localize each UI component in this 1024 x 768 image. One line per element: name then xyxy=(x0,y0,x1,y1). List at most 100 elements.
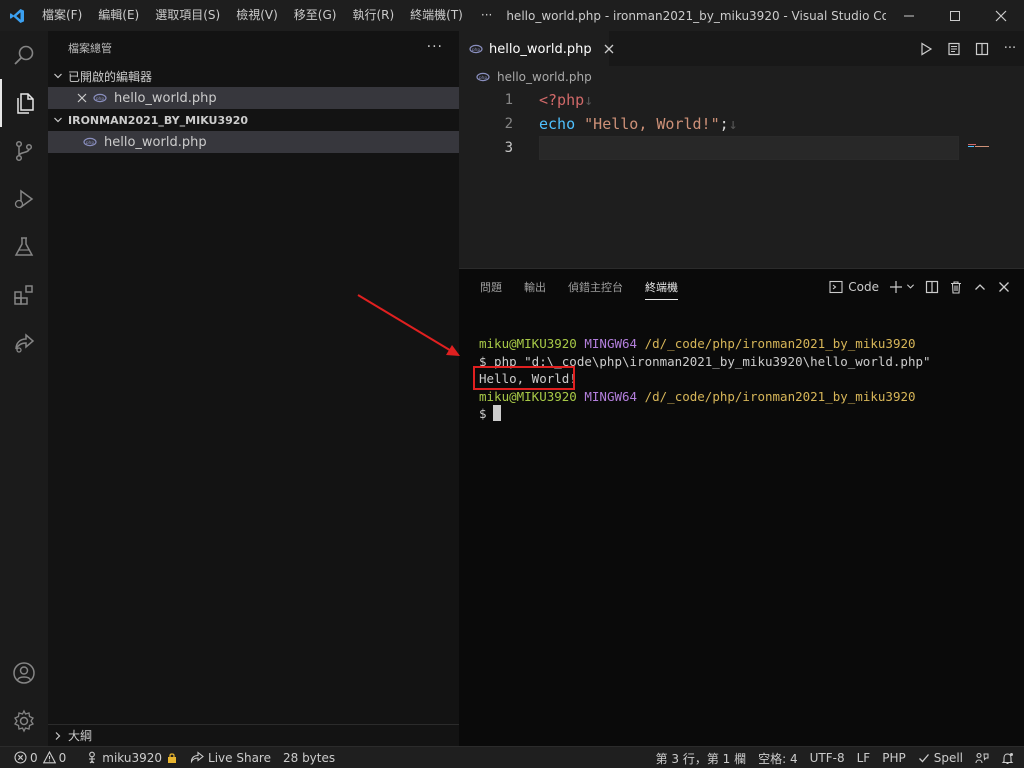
close-panel-button[interactable] xyxy=(992,269,1016,304)
php-file-icon: php xyxy=(82,137,98,147)
open-preview-button[interactable] xyxy=(940,31,968,66)
tab-debug-console[interactable]: 偵錯主控台 xyxy=(557,269,634,304)
activity-extensions[interactable] xyxy=(0,271,48,319)
cursor-position-status[interactable]: 第 3 行，第 1 欄 xyxy=(650,747,753,768)
split-editor-button[interactable] xyxy=(968,31,996,66)
panel-tabs: 問題 輸出 偵錯主控台 終端機 Code xyxy=(459,269,1024,304)
bell-icon xyxy=(1001,752,1014,764)
language-status[interactable]: PHP xyxy=(876,747,912,768)
chevron-right-icon xyxy=(48,731,68,741)
explorer-more-button[interactable]: ··· xyxy=(427,39,443,55)
chevron-up-icon xyxy=(975,283,985,290)
live-share-icon xyxy=(15,333,35,353)
file-size-status: 28 bytes xyxy=(277,747,341,768)
close-window-button[interactable] xyxy=(978,0,1024,31)
live-share-icon xyxy=(190,751,204,764)
maximize-button[interactable] xyxy=(932,0,978,31)
output-highlight-box xyxy=(473,366,575,390)
live-share-label: Live Share xyxy=(208,750,271,765)
terminal-name: Code xyxy=(848,279,879,294)
terminal-path: /d/_code/php/ironman2021_by_miku3920 xyxy=(644,336,916,351)
menu-go[interactable]: 移至(G) xyxy=(286,0,345,31)
kill-terminal-button[interactable] xyxy=(944,269,968,304)
terminal-system: MINGW64 xyxy=(584,388,638,404)
tab-close-button[interactable] xyxy=(604,44,614,54)
warning-count: 0 xyxy=(58,750,67,765)
line-number: 2 xyxy=(504,116,513,132)
tab-problems[interactable]: 問題 xyxy=(469,269,513,304)
editor-tab-hello-world[interactable]: php hello_world.php xyxy=(459,31,614,66)
open-editors-section[interactable]: 已開啟的編輯器 xyxy=(48,65,459,87)
menu-view[interactable]: 檢視(V) xyxy=(228,0,286,31)
explorer-title: 檔案總管 xyxy=(68,42,112,55)
tab-terminal[interactable]: 終端機 xyxy=(634,269,689,304)
breadcrumb[interactable]: php hello_world.php xyxy=(459,66,1024,88)
live-share-status[interactable]: Live Share xyxy=(184,747,277,768)
account-status[interactable]: miku3920 xyxy=(80,747,184,768)
activity-bar xyxy=(0,31,48,746)
folder-file-item[interactable]: php hello_world.php xyxy=(48,131,459,153)
menu-file[interactable]: 檔案(F) xyxy=(34,0,90,31)
terminal-icon xyxy=(829,280,843,293)
minimize-button[interactable] xyxy=(886,0,932,31)
check-icon xyxy=(918,754,929,763)
run-debug-icon xyxy=(14,189,34,209)
code-line: 1 <?php↓ xyxy=(459,88,1024,112)
minimize-icon xyxy=(904,15,914,16)
minimap[interactable] xyxy=(968,144,1008,150)
chevron-down-icon xyxy=(48,71,68,81)
encoding-status[interactable]: UTF-8 xyxy=(804,747,851,768)
panel-actions: Code xyxy=(824,269,1016,304)
files-icon xyxy=(17,93,34,114)
warning-icon xyxy=(42,751,56,764)
new-terminal-button[interactable] xyxy=(884,269,920,304)
activity-source-control[interactable] xyxy=(0,127,48,175)
terminal-cursor xyxy=(492,405,501,421)
close-icon[interactable] xyxy=(74,93,90,103)
code-editor[interactable]: 1 <?php↓ 2 echo "Hello, World!";↓ 3 xyxy=(459,88,1024,268)
problems-status[interactable]: 0 0 xyxy=(0,747,72,768)
activity-run-debug[interactable] xyxy=(0,175,48,223)
menu-more-button[interactable]: ··· xyxy=(471,0,502,31)
activity-search[interactable] xyxy=(0,31,48,79)
editor-more-button[interactable]: ··· xyxy=(996,31,1024,66)
terminal-path: /d/_code/php/ironman2021_by_miku3920 xyxy=(644,388,916,404)
run-file-button[interactable] xyxy=(912,31,940,66)
feedback-button[interactable] xyxy=(969,747,995,768)
activity-accounts[interactable] xyxy=(0,649,48,697)
eol-status[interactable]: LF xyxy=(851,747,877,768)
maximize-icon xyxy=(950,10,960,21)
svg-text:php: php xyxy=(86,140,95,146)
split-terminal-button[interactable] xyxy=(920,269,944,304)
tab-output[interactable]: 輸出 xyxy=(513,269,557,304)
menu-run[interactable]: 執行(R) xyxy=(344,0,402,31)
menu-terminal[interactable]: 終端機(T) xyxy=(402,0,471,31)
outline-section[interactable]: 大綱 xyxy=(48,724,459,746)
editor-actions: ··· xyxy=(912,31,1024,66)
folder-section[interactable]: IRONMAN2021_BY_MIKU3920 xyxy=(48,109,459,131)
spell-status[interactable]: Spell xyxy=(912,747,969,768)
open-editor-item[interactable]: php hello_world.php xyxy=(48,87,459,109)
svg-text:php: php xyxy=(96,96,105,102)
menu-edit[interactable]: 編輯(E) xyxy=(90,0,147,31)
breadcrumb-filename: hello_world.php xyxy=(497,70,592,84)
explorer-header: 檔案總管 ··· xyxy=(48,31,459,65)
error-count: 0 xyxy=(30,750,38,765)
maximize-panel-button[interactable] xyxy=(968,269,992,304)
editor-tabs: php hello_world.php ··· xyxy=(459,31,1024,66)
notifications-button[interactable] xyxy=(995,747,1020,768)
activity-explorer[interactable] xyxy=(0,79,48,127)
extensions-icon xyxy=(14,285,33,305)
menu-bar: 檔案(F) 編輯(E) 選取項目(S) 檢視(V) 移至(G) 執行(R) 終端… xyxy=(34,0,502,31)
source-control-icon xyxy=(15,140,33,162)
terminal-selector[interactable]: Code xyxy=(824,269,884,304)
menu-selection[interactable]: 選取項目(S) xyxy=(147,0,228,31)
activity-testing[interactable] xyxy=(0,223,48,271)
line-number: 1 xyxy=(504,92,513,108)
activity-settings[interactable] xyxy=(0,697,48,745)
plus-icon xyxy=(890,280,902,293)
activity-live-share[interactable] xyxy=(0,319,48,367)
code-line: 2 echo "Hello, World!";↓ xyxy=(459,112,1024,136)
indentation-status[interactable]: 空格: 4 xyxy=(752,747,804,768)
chevron-down-icon xyxy=(906,284,915,289)
